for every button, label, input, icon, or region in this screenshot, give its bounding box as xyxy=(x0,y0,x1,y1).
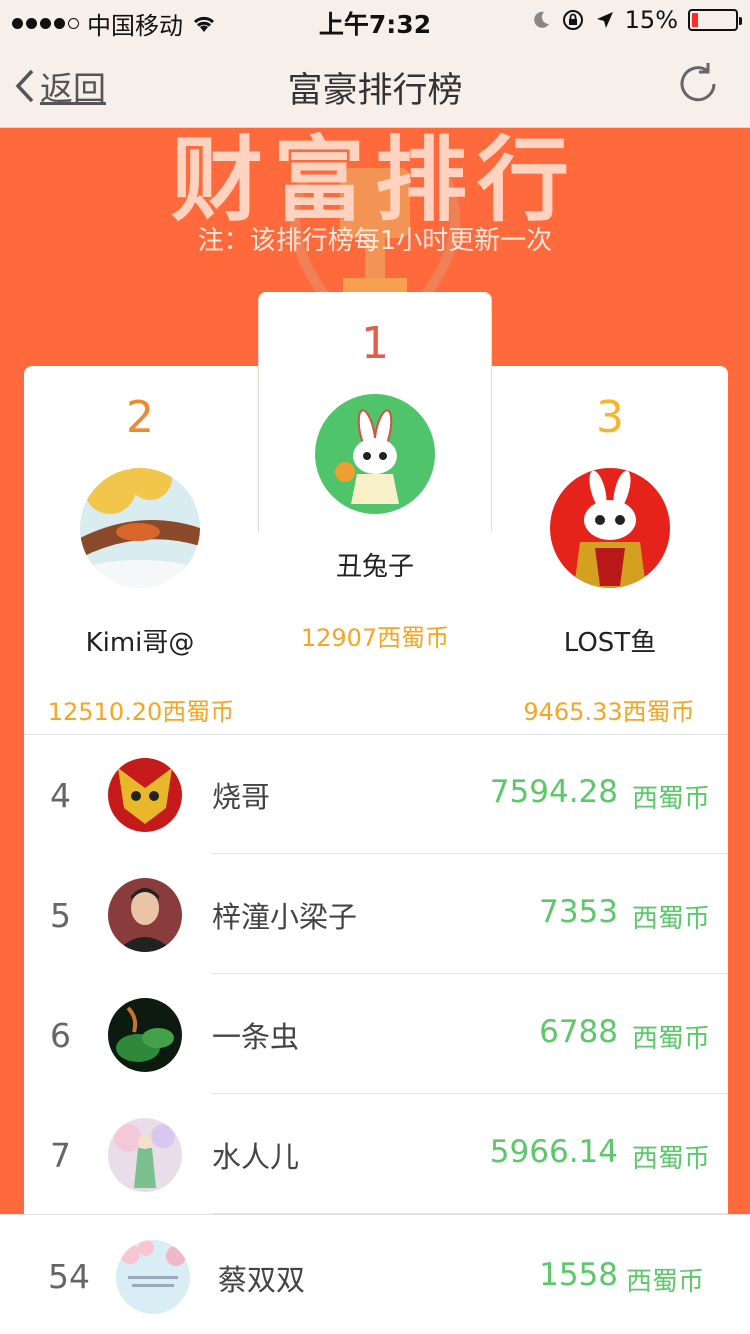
status-right: 15% xyxy=(531,6,742,34)
rank-third: 3 xyxy=(596,392,624,443)
avatar-third[interactable] xyxy=(550,468,670,588)
user-name: 烧哥 xyxy=(212,780,271,814)
rank-number: 4 xyxy=(50,776,71,815)
rank-first: 1 xyxy=(361,318,389,369)
battery-percent: 15% xyxy=(624,6,678,34)
my-coin-amount: 1558 xyxy=(539,1257,618,1293)
coins-second: 12510.20西蜀币 xyxy=(47,698,235,726)
rank-second: 2 xyxy=(126,392,154,443)
coin-amount: 6788 xyxy=(539,1014,618,1050)
status-bar: 中国移动 上午7:32 15% xyxy=(0,0,750,40)
battery-fill xyxy=(692,13,699,27)
refresh-icon[interactable] xyxy=(674,60,722,108)
coin-unit: 西蜀币 xyxy=(631,784,710,814)
name-third: LOST鱼 xyxy=(563,628,657,658)
list-item[interactable]: 6 一条虫 6788 西蜀币 xyxy=(24,974,728,1094)
my-rank-number: 54 xyxy=(48,1257,90,1296)
rotation-lock-icon xyxy=(562,10,583,30)
my-coin-unit: 西蜀币 xyxy=(625,1267,704,1297)
list-item[interactable]: 5 梓潼小梁子 7353 西蜀币 xyxy=(24,854,728,974)
avatar[interactable] xyxy=(108,758,182,832)
coins-first: 12907西蜀币 xyxy=(300,624,450,652)
user-name: 一条虫 xyxy=(212,1020,300,1054)
my-avatar[interactable] xyxy=(116,1240,190,1314)
list-item[interactable]: 7 水人儿 5966.14 西蜀币 xyxy=(24,1094,728,1214)
avatar-first[interactable] xyxy=(315,394,435,514)
avatar[interactable] xyxy=(108,878,182,952)
rank-number: 7 xyxy=(50,1136,71,1175)
avatar[interactable] xyxy=(108,1118,182,1192)
avatar-second[interactable] xyxy=(80,468,200,588)
avatar[interactable] xyxy=(108,998,182,1072)
user-name: 水人儿 xyxy=(212,1140,300,1174)
location-icon xyxy=(596,12,613,28)
my-rank-bar[interactable]: 54 蔡双双 1558 西蜀币 xyxy=(0,1214,750,1334)
update-note: 注：该排行榜每1小时更新一次 xyxy=(197,226,553,256)
my-user-name: 蔡双双 xyxy=(218,1263,306,1297)
moon-icon xyxy=(533,11,549,28)
coin-amount: 7353 xyxy=(539,894,618,930)
rank-number: 5 xyxy=(50,896,71,935)
user-name: 梓潼小梁子 xyxy=(212,900,358,934)
coin-unit: 西蜀币 xyxy=(631,1024,710,1054)
coin-amount: 7594.28 xyxy=(489,774,618,810)
coin-amount: 5966.14 xyxy=(489,1134,618,1170)
name-first: 丑兔子 xyxy=(335,552,414,582)
name-second: Kimi哥@ xyxy=(85,628,195,658)
coin-unit: 西蜀币 xyxy=(631,1144,710,1174)
coins-third: 9465.33西蜀币 xyxy=(523,698,695,726)
nav-bar: 返回 富豪排行榜 xyxy=(0,40,750,128)
page-title: 富豪排行榜 xyxy=(287,71,463,111)
list-item[interactable]: 4 烧哥 7594.28 西蜀币 xyxy=(24,734,728,854)
battery-icon xyxy=(688,9,742,31)
ranking-list: 4 烧哥 7594.28 西蜀币 5 梓潼小梁子 7353 西蜀币 6 一条虫 … xyxy=(24,734,728,1214)
coin-unit: 西蜀币 xyxy=(631,904,710,934)
rank-number: 6 xyxy=(50,1016,71,1055)
